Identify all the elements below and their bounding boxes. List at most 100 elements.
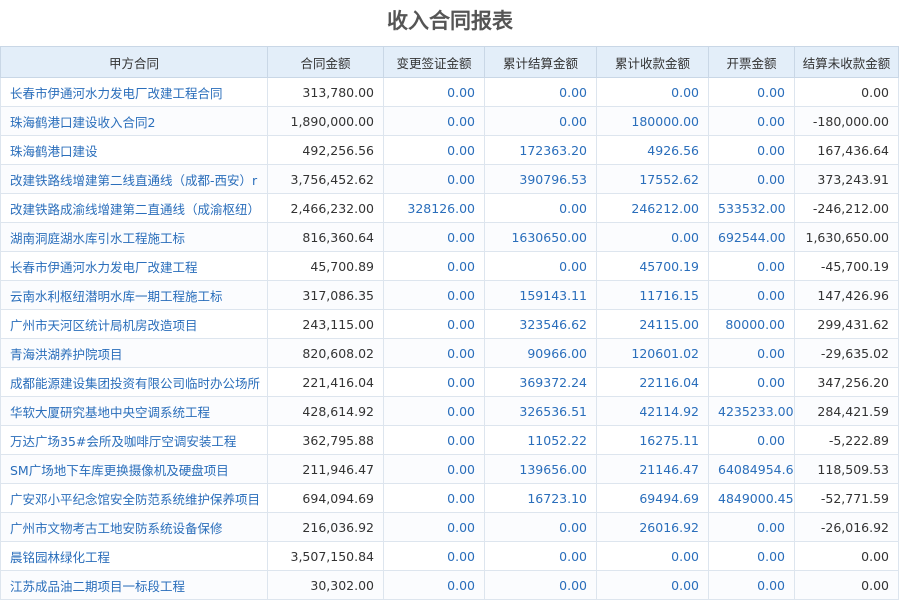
received-amount-link[interactable]: 69494.69 bbox=[596, 483, 709, 513]
contract-name-link[interactable]: 广州市文物考古工地安防系统设备保修 bbox=[0, 512, 268, 542]
change-amount-link[interactable]: 0.00 bbox=[383, 251, 485, 281]
received-amount-link[interactable]: 21146.47 bbox=[596, 454, 709, 484]
invoice-amount-link[interactable]: 0.00 bbox=[708, 164, 795, 194]
change-amount-link[interactable]: 0.00 bbox=[383, 280, 485, 310]
received-amount-link[interactable]: 11716.15 bbox=[596, 280, 709, 310]
change-amount-link[interactable]: 0.00 bbox=[383, 135, 485, 165]
contract-name-link[interactable]: 改建铁路线增建第二线直通线（成都-西安）r bbox=[0, 164, 268, 194]
settlement-amount-link[interactable]: 323546.62 bbox=[484, 309, 597, 339]
settlement-amount-link[interactable]: 0.00 bbox=[484, 570, 597, 600]
settlement-amount-link[interactable]: 90966.00 bbox=[484, 338, 597, 368]
column-header-contract-amount[interactable]: 合同金额 bbox=[267, 46, 384, 78]
contract-name-link[interactable]: 江苏成品油二期项目一标段工程 bbox=[0, 570, 268, 600]
settlement-amount-link[interactable]: 390796.53 bbox=[484, 164, 597, 194]
invoice-amount-link[interactable]: 0.00 bbox=[708, 570, 795, 600]
settlement-amount-link[interactable]: 0.00 bbox=[484, 106, 597, 136]
invoice-amount-link[interactable]: 0.00 bbox=[708, 367, 795, 397]
column-header-unreceived[interactable]: 结算未收款金额 bbox=[794, 46, 899, 78]
settlement-amount-link[interactable]: 1630650.00 bbox=[484, 222, 597, 252]
change-amount-link[interactable]: 0.00 bbox=[383, 164, 485, 194]
received-amount-link[interactable]: 0.00 bbox=[596, 541, 709, 571]
column-header-settlement[interactable]: 累计结算金额 bbox=[484, 46, 597, 78]
contract-name-link[interactable]: 晨铭园林绿化工程 bbox=[0, 541, 268, 571]
contract-amount-cell: 820,608.02 bbox=[267, 338, 384, 368]
contract-name-link[interactable]: 珠海鹤港口建设 bbox=[0, 135, 268, 165]
contract-name-link[interactable]: 珠海鹤港口建设收入合同2 bbox=[0, 106, 268, 136]
received-amount-link[interactable]: 17552.62 bbox=[596, 164, 709, 194]
settlement-amount-link[interactable]: 0.00 bbox=[484, 77, 597, 107]
table-row: 青海洪湖养护院项目 820,608.02 0.00 90966.00 120601.02… bbox=[0, 338, 899, 368]
contract-name-link[interactable]: 长春市伊通河水力发电厂改建工程合同 bbox=[0, 77, 268, 107]
column-header-change-amount[interactable]: 变更签证金额 bbox=[383, 46, 485, 78]
invoice-amount-link[interactable]: 0.00 bbox=[708, 251, 795, 281]
invoice-amount-link[interactable]: 0.00 bbox=[708, 280, 795, 310]
invoice-amount-link[interactable]: 0.00 bbox=[708, 541, 795, 571]
contract-name-link[interactable]: 广州市天河区统计局机房改造项目 bbox=[0, 309, 268, 339]
change-amount-link[interactable]: 0.00 bbox=[383, 454, 485, 484]
received-amount-link[interactable]: 16275.11 bbox=[596, 425, 709, 455]
contract-name-link[interactable]: 成都能源建设集团投资有限公司临时办公场所 bbox=[0, 367, 268, 397]
invoice-amount-link[interactable]: 4849000.45 bbox=[708, 483, 795, 513]
settlement-amount-link[interactable]: 0.00 bbox=[484, 512, 597, 542]
contract-name-link[interactable]: 华软大厦研究基地中央空调系统工程 bbox=[0, 396, 268, 426]
invoice-amount-link[interactable]: 533532.00 bbox=[708, 193, 795, 223]
change-amount-link[interactable]: 0.00 bbox=[383, 512, 485, 542]
change-amount-link[interactable]: 0.00 bbox=[383, 77, 485, 107]
invoice-amount-link[interactable]: 0.00 bbox=[708, 106, 795, 136]
received-amount-link[interactable]: 24115.00 bbox=[596, 309, 709, 339]
change-amount-link[interactable]: 0.00 bbox=[383, 396, 485, 426]
settlement-amount-link[interactable]: 0.00 bbox=[484, 251, 597, 281]
column-header-contract[interactable]: 甲方合同 bbox=[0, 46, 268, 78]
contract-name-link[interactable]: 长春市伊通河水力发电厂改建工程 bbox=[0, 251, 268, 281]
change-amount-link[interactable]: 0.00 bbox=[383, 106, 485, 136]
contract-name-link[interactable]: 青海洪湖养护院项目 bbox=[0, 338, 268, 368]
settlement-amount-link[interactable]: 326536.51 bbox=[484, 396, 597, 426]
contract-name-link[interactable]: 改建铁路成渝线增建第二直通线（成渝枢纽） bbox=[0, 193, 268, 223]
invoice-amount-link[interactable]: 0.00 bbox=[708, 338, 795, 368]
change-amount-link[interactable]: 0.00 bbox=[383, 338, 485, 368]
invoice-amount-link[interactable]: 0.00 bbox=[708, 135, 795, 165]
settlement-amount-link[interactable]: 159143.11 bbox=[484, 280, 597, 310]
change-amount-link[interactable]: 0.00 bbox=[383, 309, 485, 339]
invoice-amount-link[interactable]: 4235233.00 bbox=[708, 396, 795, 426]
settlement-amount-link[interactable]: 0.00 bbox=[484, 541, 597, 571]
contract-name-link[interactable]: 湖南洞庭湖水库引水工程施工标 bbox=[0, 222, 268, 252]
contract-name-link[interactable]: 云南水利枢纽潜明水库一期工程施工标 bbox=[0, 280, 268, 310]
contract-name-link[interactable]: SM广场地下车库更换摄像机及硬盘项目 bbox=[0, 454, 268, 484]
received-amount-link[interactable]: 42114.92 bbox=[596, 396, 709, 426]
settlement-amount-link[interactable]: 0.00 bbox=[484, 193, 597, 223]
contract-name-link[interactable]: 广安邓小平纪念馆安全防范系统维护保养项目 bbox=[0, 483, 268, 513]
settlement-amount-link[interactable]: 172363.20 bbox=[484, 135, 597, 165]
change-amount-link[interactable]: 0.00 bbox=[383, 570, 485, 600]
change-amount-link[interactable]: 0.00 bbox=[383, 541, 485, 571]
change-amount-link[interactable]: 328126.00 bbox=[383, 193, 485, 223]
settlement-amount-link[interactable]: 16723.10 bbox=[484, 483, 597, 513]
contract-name-link[interactable]: 万达广场35#会所及咖啡厅空调安装工程 bbox=[0, 425, 268, 455]
received-amount-link[interactable]: 120601.02 bbox=[596, 338, 709, 368]
settlement-amount-link[interactable]: 11052.22 bbox=[484, 425, 597, 455]
invoice-amount-link[interactable]: 692544.00 bbox=[708, 222, 795, 252]
column-header-received[interactable]: 累计收款金额 bbox=[596, 46, 709, 78]
received-amount-link[interactable]: 22116.04 bbox=[596, 367, 709, 397]
received-amount-link[interactable]: 26016.92 bbox=[596, 512, 709, 542]
invoice-amount-link[interactable]: 0.00 bbox=[708, 512, 795, 542]
contract-amount-cell: 221,416.04 bbox=[267, 367, 384, 397]
change-amount-link[interactable]: 0.00 bbox=[383, 425, 485, 455]
received-amount-link[interactable]: 45700.19 bbox=[596, 251, 709, 281]
received-amount-link[interactable]: 180000.00 bbox=[596, 106, 709, 136]
received-amount-link[interactable]: 0.00 bbox=[596, 570, 709, 600]
received-amount-link[interactable]: 4926.56 bbox=[596, 135, 709, 165]
invoice-amount-link[interactable]: 64084954.65 bbox=[708, 454, 795, 484]
received-amount-link[interactable]: 246212.00 bbox=[596, 193, 709, 223]
change-amount-link[interactable]: 0.00 bbox=[383, 367, 485, 397]
settlement-amount-link[interactable]: 139656.00 bbox=[484, 454, 597, 484]
change-amount-link[interactable]: 0.00 bbox=[383, 222, 485, 252]
change-amount-link[interactable]: 0.00 bbox=[383, 483, 485, 513]
settlement-amount-link[interactable]: 369372.24 bbox=[484, 367, 597, 397]
invoice-amount-link[interactable]: 0.00 bbox=[708, 425, 795, 455]
received-amount-link[interactable]: 0.00 bbox=[596, 222, 709, 252]
invoice-amount-link[interactable]: 80000.00 bbox=[708, 309, 795, 339]
column-header-invoice[interactable]: 开票金额 bbox=[708, 46, 795, 78]
invoice-amount-link[interactable]: 0.00 bbox=[708, 77, 795, 107]
received-amount-link[interactable]: 0.00 bbox=[596, 77, 709, 107]
